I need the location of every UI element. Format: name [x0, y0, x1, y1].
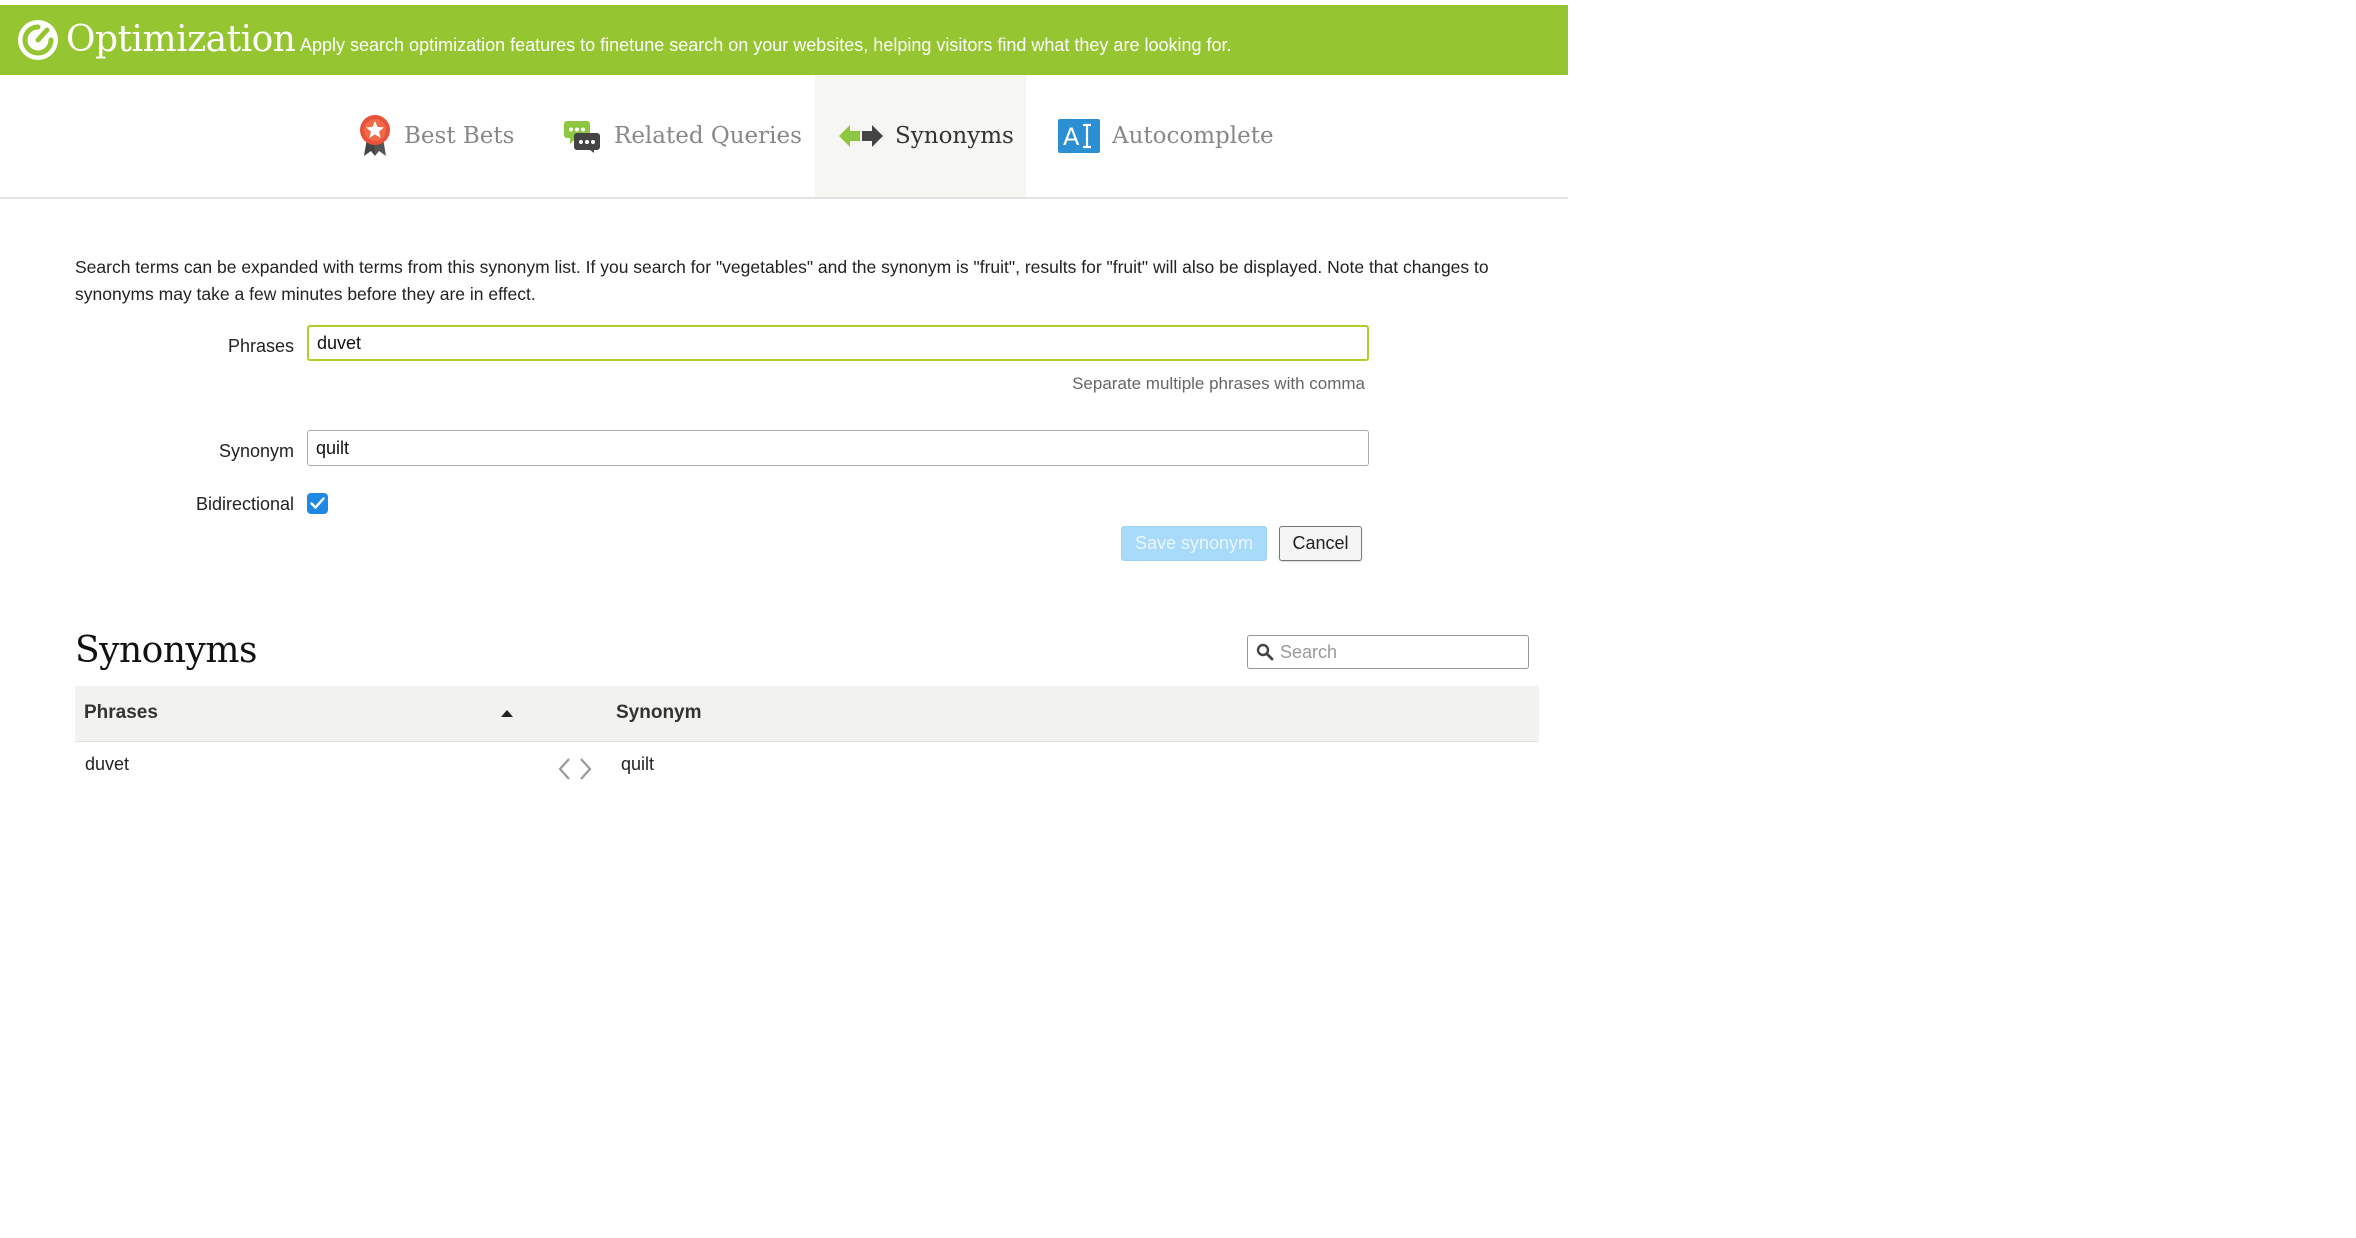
phrases-hint: Separate multiple phrases with comma — [1072, 374, 1365, 393]
gauge-logo-icon — [18, 20, 58, 60]
bidirectional-checkbox[interactable] — [307, 493, 328, 514]
sort-ascending-icon[interactable] — [501, 710, 513, 717]
synonym-label: Synonym — [218, 441, 294, 461]
tab-label: Related Queries — [614, 123, 802, 149]
tab-best-bets[interactable]: Best Bets — [358, 75, 514, 197]
app-header: Optimization Apply search optimization f… — [0, 5, 1568, 75]
synonym-input[interactable] — [307, 430, 1369, 466]
tab-synonyms[interactable]: Synonyms — [815, 75, 1026, 197]
cancel-button[interactable]: Cancel — [1279, 526, 1362, 561]
synonyms-search[interactable] — [1247, 635, 1529, 669]
tab-label: Best Bets — [404, 123, 515, 149]
chat-bubbles-icon — [562, 119, 602, 153]
synonyms-table-header: Phrases Synonym — [75, 686, 1539, 742]
save-synonym-button[interactable]: Save synonym — [1121, 526, 1267, 561]
tab-label: Autocomplete — [1112, 123, 1274, 149]
tab-autocomplete[interactable]: A Autocomplete — [1058, 75, 1274, 197]
autocomplete-ai-icon: A — [1058, 119, 1100, 153]
search-input[interactable] — [1278, 636, 1523, 668]
synonyms-list-title: Synonyms — [75, 630, 258, 671]
bidirectional-label: Bidirectional — [195, 494, 294, 514]
column-header-synonym[interactable]: Synonym — [616, 702, 702, 724]
phrases-input[interactable] — [307, 325, 1369, 361]
bidirectional-arrows-icon — [839, 123, 883, 149]
feature-tabs: Best Bets Related Queries Synonyms A Aut… — [0, 75, 1568, 199]
row-synonym: quilt — [621, 754, 655, 774]
synonyms-description: Search terms can be expanded with terms … — [75, 257, 1489, 304]
ribbon-star-icon — [358, 114, 392, 158]
tab-related-queries[interactable]: Related Queries — [562, 75, 802, 197]
checkmark-icon — [310, 497, 325, 509]
tab-label: Synonyms — [895, 123, 1014, 149]
row-phrases: duvet — [85, 754, 130, 774]
app-title: Optimization — [66, 19, 296, 60]
app-subtitle: Apply search optimization features to fi… — [300, 35, 1232, 55]
table-row[interactable]: duvet quilt — [75, 743, 1539, 793]
svg-text:A: A — [1063, 123, 1080, 151]
phrases-label: Phrases — [227, 336, 294, 356]
bidirectional-chevrons-icon — [558, 758, 592, 780]
search-icon — [1256, 643, 1274, 661]
column-header-phrases[interactable]: Phrases — [84, 702, 158, 724]
